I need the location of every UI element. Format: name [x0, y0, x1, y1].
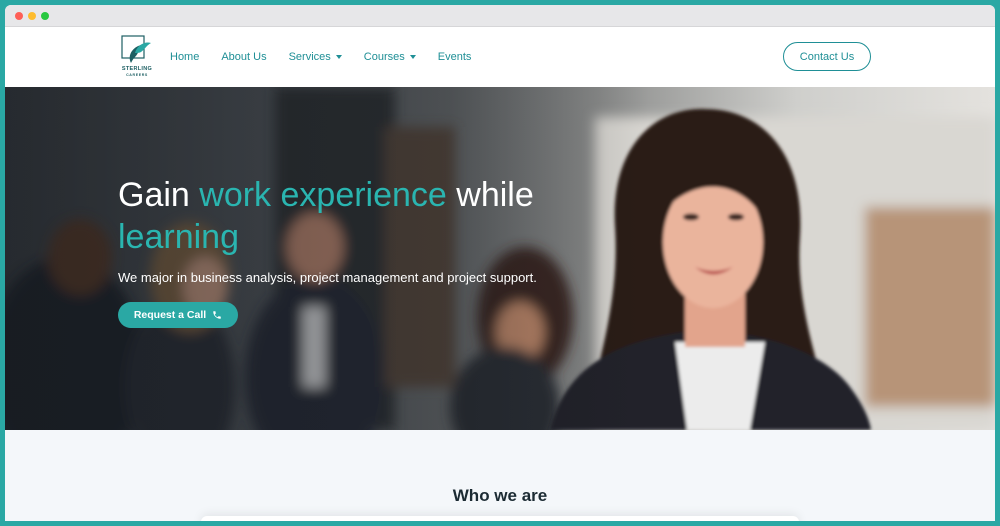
nav-about-us-label: About Us	[221, 51, 267, 63]
hero-title-accent: work experience	[199, 176, 447, 214]
minimize-window-button[interactable]	[28, 12, 36, 20]
nav-courses[interactable]: Courses	[364, 51, 416, 63]
chevron-down-icon	[335, 55, 342, 59]
hero-title-text: Gain	[118, 176, 200, 214]
nav-events-label: Events	[437, 51, 472, 63]
nav-courses-label: Courses	[363, 51, 405, 63]
request-call-button[interactable]: Request a Call	[118, 302, 238, 328]
brand-name: STERLING CAREERS	[117, 66, 157, 78]
hero-overlay	[5, 87, 995, 430]
browser-window: STERLING CAREERS Home About Us Services …	[5, 5, 995, 521]
site-navbar: STERLING CAREERS Home About Us Services …	[5, 27, 995, 87]
hero-subtitle: We major in business analysis, project m…	[118, 270, 537, 285]
nav-events[interactable]: Events	[438, 51, 472, 63]
nav-home[interactable]: Home	[170, 51, 199, 63]
nav-about-us[interactable]: About Us	[221, 51, 266, 63]
hero-title: Gain work experience while learning	[118, 174, 618, 258]
brand-tagline: CAREERS	[126, 73, 148, 77]
contact-us-label: Contact Us	[799, 50, 855, 63]
hero-title-accent: learning	[118, 218, 239, 256]
who-we-are-section: Who we are	[5, 430, 995, 521]
nav-services-label: Services	[288, 51, 331, 63]
brand-logo[interactable]: STERLING CAREERS	[117, 35, 157, 81]
phone-icon	[212, 310, 222, 320]
hero-title-text: while	[446, 176, 534, 214]
section-title: Who we are	[452, 486, 548, 505]
hero-section: Gain work experience while learning We m…	[5, 87, 995, 430]
maximize-window-button[interactable]	[41, 12, 49, 20]
about-card	[201, 516, 799, 521]
contact-us-button[interactable]: Contact Us	[783, 42, 871, 71]
window-titlebar	[5, 5, 995, 27]
nav-home-label: Home	[170, 51, 200, 63]
logo-leaf-icon	[121, 35, 151, 63]
request-call-label: Request a Call	[133, 309, 207, 321]
nav-services[interactable]: Services	[289, 51, 342, 63]
chevron-down-icon	[409, 55, 416, 59]
close-window-button[interactable]	[15, 12, 23, 20]
main-nav: Home About Us Services Courses Events	[170, 27, 471, 87]
